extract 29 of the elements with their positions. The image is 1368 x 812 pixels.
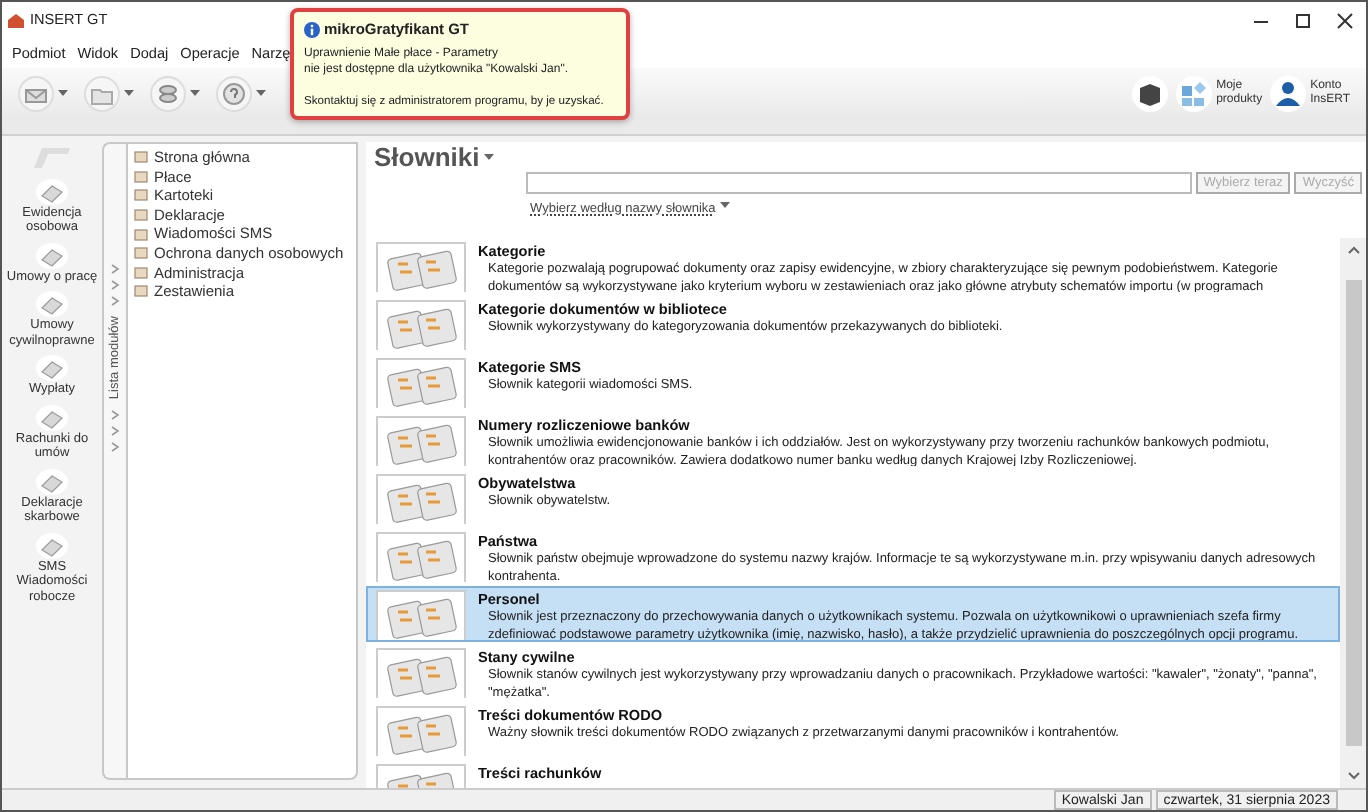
scroll-down-icon[interactable] [1347, 772, 1359, 780]
caret-icon[interactable] [58, 90, 68, 98]
module-icon[interactable] [34, 241, 70, 270]
app-icon [6, 12, 26, 30]
cube-icon[interactable] [1132, 76, 1169, 112]
module-icon[interactable] [33, 403, 70, 432]
caret-icon[interactable] [190, 90, 200, 98]
close-icon[interactable] [1336, 12, 1354, 30]
search-field[interactable] [526, 172, 1192, 194]
page-title[interactable]: Słowniki [366, 142, 480, 172]
folder-icon[interactable] [84, 76, 120, 112]
caret-icon[interactable] [483, 153, 494, 161]
module-icon[interactable] [34, 467, 70, 496]
envelope-icon[interactable] [18, 76, 54, 112]
module-icon[interactable] [33, 290, 70, 319]
scrollbar-thumb[interactable] [1345, 279, 1361, 746]
help-icon[interactable] [216, 76, 252, 112]
module-icon[interactable] [34, 531, 70, 560]
module-icon[interactable] [33, 178, 70, 206]
coins-icon[interactable] [150, 76, 186, 112]
caret-icon[interactable] [719, 202, 730, 211]
caret-icon[interactable] [256, 90, 266, 98]
user-icon[interactable] [1270, 76, 1307, 112]
dictionary-row[interactable] [366, 585, 1340, 642]
maximize-icon[interactable] [1294, 12, 1312, 30]
info-icon [304, 21, 320, 38]
caret-icon[interactable] [124, 90, 134, 98]
scroll-up-icon[interactable] [1347, 245, 1359, 254]
module-icon[interactable] [34, 354, 70, 383]
